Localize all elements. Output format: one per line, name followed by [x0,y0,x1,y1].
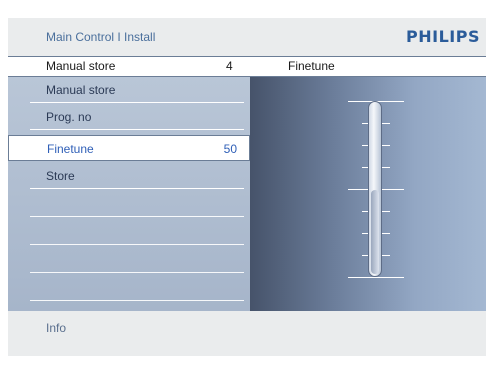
info-label: Info [46,321,67,335]
menu-item-manual-store[interactable]: Manual store [8,77,250,103]
menu-item-store[interactable]: Store [8,163,250,189]
top-bar: Main Control I Install PHILIPS [8,18,486,56]
divider [30,272,244,273]
menu-item-empty [8,191,250,217]
divider [30,188,244,189]
finetune-slider[interactable] [368,101,382,277]
menu-item-label: Manual store [46,83,116,97]
divider [30,216,244,217]
menu-item-label: Store [46,169,75,183]
slider-tick [348,277,404,278]
menu-item-prog-no[interactable]: Prog. no [8,104,250,130]
menu-list: Manual store Prog. no Finetune 50 Store [8,77,250,311]
menu-header-row: Manual store 4 Finetune [8,56,486,77]
menu-item-label: Prog. no [46,110,92,124]
program-number: 4 [226,59,233,73]
menu-item-label: Finetune [47,142,94,156]
divider [30,300,244,301]
menu-title: Manual store [46,59,116,73]
menu-item-empty [8,219,250,245]
finetune-value: 50 [223,142,237,156]
menu-item-empty [8,275,250,301]
slider-fill [371,190,379,274]
menu-item-finetune[interactable]: Finetune 50 [8,135,250,161]
submenu-title: Finetune [288,59,335,73]
footer: Info [8,311,486,356]
divider [30,244,244,245]
breadcrumb: Main Control I Install [46,30,156,44]
divider [30,129,244,130]
tv-menu-panel: Main Control I Install PHILIPS Manual st… [8,18,486,356]
philips-logo: PHILIPS [406,27,480,46]
menu-item-empty [8,247,250,273]
finetune-view [250,77,486,311]
divider [30,102,244,103]
